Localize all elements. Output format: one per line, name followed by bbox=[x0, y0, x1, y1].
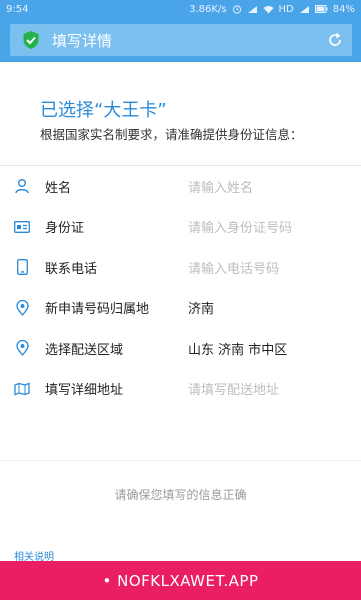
address-row[interactable]: 填写详细地址 请填写配送地址 bbox=[0, 369, 361, 410]
phone-row[interactable]: 联系电话 请输入电话号码 bbox=[0, 247, 361, 288]
name-input[interactable]: 请输入姓名 bbox=[188, 177, 253, 196]
idcard-input[interactable]: 请输入身份证号码 bbox=[188, 217, 292, 236]
reload-icon[interactable] bbox=[326, 31, 344, 49]
shield-check-icon bbox=[20, 29, 42, 51]
battery-level: 84% bbox=[332, 3, 355, 15]
delivery-row[interactable]: 选择配送区域 山东 济南 市中区 bbox=[0, 328, 361, 369]
divider bbox=[0, 460, 361, 461]
status-speed: 3.86K/s bbox=[189, 3, 227, 15]
accuracy-notice: 请确保您填写的信息正确 bbox=[114, 488, 247, 502]
phone-label: 联系电话 bbox=[45, 261, 98, 277]
map-icon bbox=[14, 381, 30, 397]
detail-form: 姓名 请输入姓名 身份证 请输入身份证号码 联系电话 请输入电话号码 新申请号码… bbox=[0, 166, 361, 409]
network-type: HD bbox=[278, 3, 294, 15]
phone-input[interactable]: 请输入电话号码 bbox=[188, 258, 279, 277]
delivery-value[interactable]: 山东 济南 市中区 bbox=[188, 339, 287, 358]
location-pin-icon bbox=[14, 299, 30, 316]
title-bar: 填写详情 bbox=[0, 18, 361, 62]
idcard-row[interactable]: 身份证 请输入身份证号码 bbox=[0, 207, 361, 248]
battery-icon bbox=[314, 5, 328, 13]
intro-section: 已选择“大王卡” 根据国家实名制要求，请准确提供身份证信息： bbox=[0, 62, 361, 166]
signal-icon bbox=[299, 5, 310, 14]
alarm-icon bbox=[232, 4, 242, 14]
region-label: 新申请号码归属地 bbox=[45, 302, 150, 318]
signal-icon bbox=[247, 5, 258, 14]
region-row[interactable]: 新申请号码归属地 济南 bbox=[0, 288, 361, 329]
address-label: 填写详细地址 bbox=[45, 383, 124, 399]
phone-icon bbox=[14, 259, 30, 276]
status-right: 3.86K/s HD 84% bbox=[189, 4, 355, 15]
selected-card-title: 已选择“大王卡” bbox=[40, 100, 167, 121]
identity-hint: 根据国家实名制要求，请准确提供身份证信息： bbox=[40, 127, 303, 142]
address-input[interactable]: 请填写配送地址 bbox=[188, 379, 279, 398]
status-time: 9:54 bbox=[6, 3, 29, 15]
status-bar: 9:54 3.86K/s HD 84% bbox=[0, 0, 361, 18]
page-title: 填写详情 bbox=[52, 31, 113, 50]
location-pin-icon bbox=[14, 340, 30, 357]
wifi-icon bbox=[263, 5, 274, 14]
region-value[interactable]: 济南 bbox=[188, 298, 214, 317]
name-row[interactable]: 姓名 请输入姓名 bbox=[0, 166, 361, 207]
person-icon bbox=[14, 178, 30, 194]
footer-banner: • NOFKLXAWET.APP bbox=[0, 561, 361, 600]
idcard-label: 身份证 bbox=[45, 221, 85, 237]
id-card-icon bbox=[14, 219, 30, 235]
delivery-label: 选择配送区域 bbox=[45, 342, 124, 358]
name-label: 姓名 bbox=[45, 180, 72, 196]
title-box: 填写详情 bbox=[10, 24, 352, 56]
